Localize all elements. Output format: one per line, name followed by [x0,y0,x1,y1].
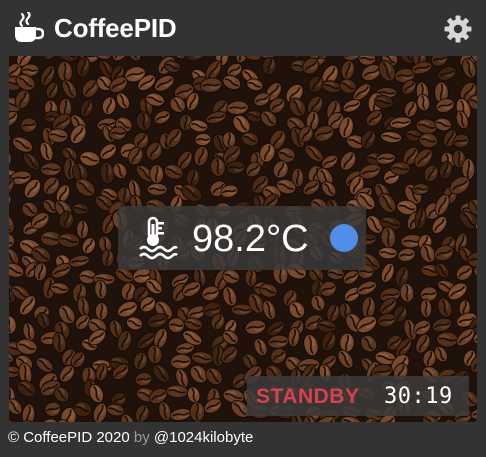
by-text: by [133,429,150,446]
status-label: STANDBY [256,385,360,408]
footer: © CoffeePID 2020 by @1024kilobyte [8,428,253,448]
temperature-value: 98.2°C [192,218,309,260]
heater-status-indicator [330,224,358,252]
water-temperature-icon [139,216,178,260]
app-title: CoffeePID [54,13,177,43]
main-panel: 98.2°C STANDBY 30:19 [9,56,477,422]
status-bar: STANDBY 30:19 [247,376,469,416]
author-link[interactable]: @1024kilobyte [154,429,253,446]
copyright-text: © CoffeePID 2020 [8,429,130,446]
temperature-display: 98.2°C [118,206,366,270]
coffee-cup-icon [15,12,44,42]
gear-icon[interactable] [443,14,473,44]
app-window: CoffeePID 98.2°C STANDBY 30:19 © CoffeeP… [0,0,486,457]
app-header: CoffeePID [0,0,486,56]
timer-display: 30:19 [384,384,453,409]
